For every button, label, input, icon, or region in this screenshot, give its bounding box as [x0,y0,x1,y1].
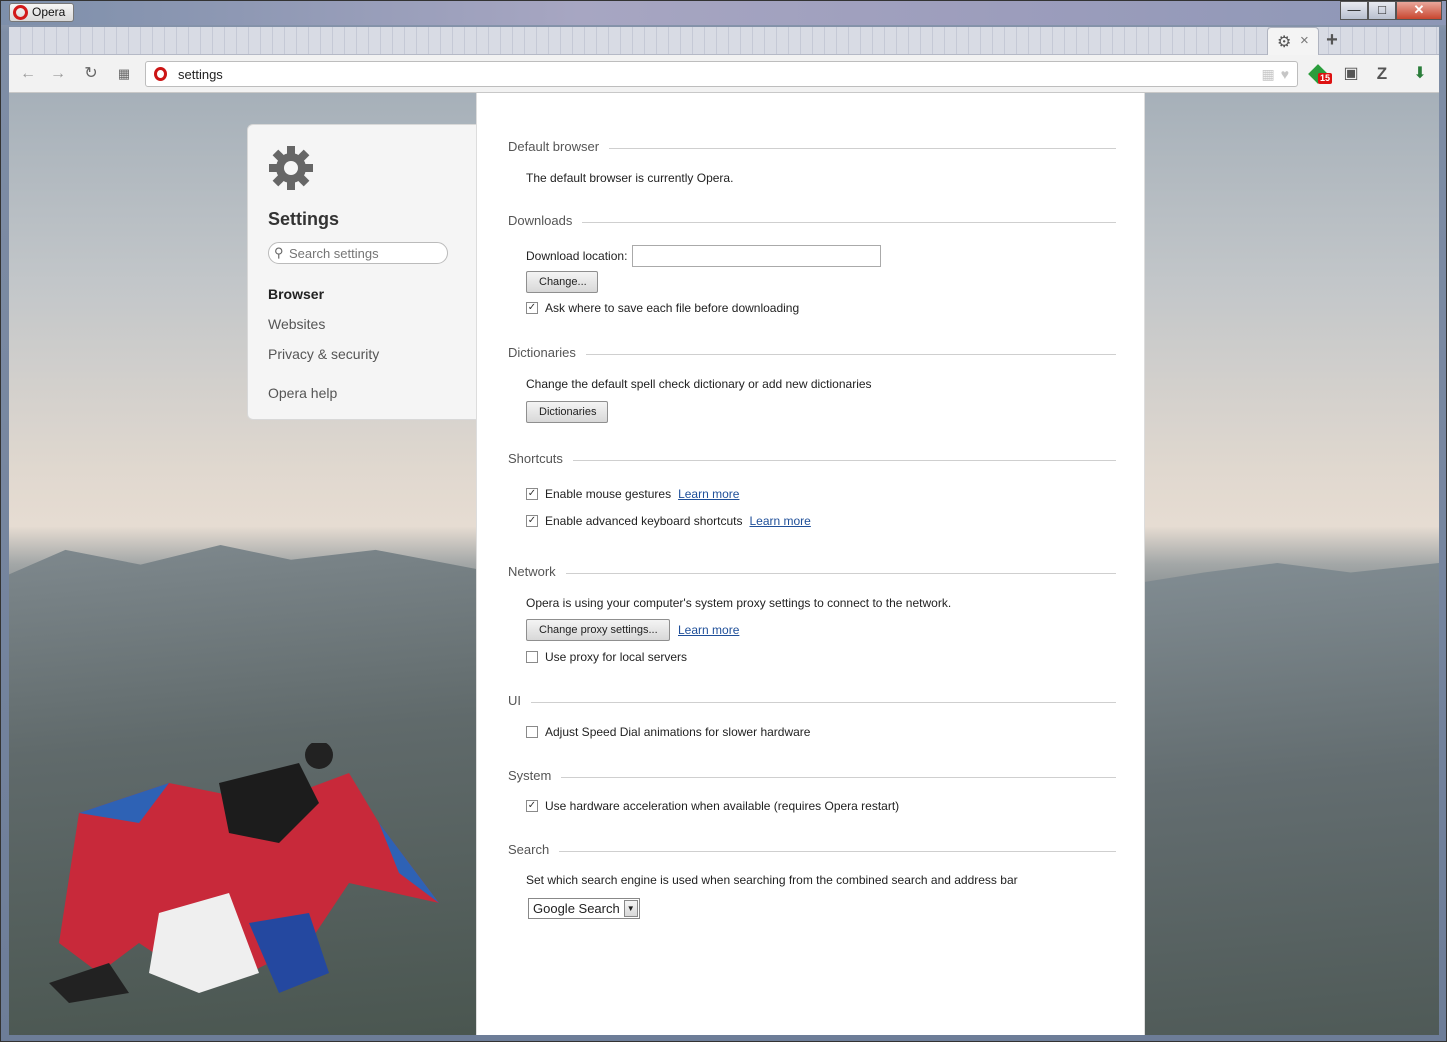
sidebar-item-browser[interactable]: Browser [268,284,379,314]
new-tab-button[interactable]: + [1321,29,1343,52]
close-window-button[interactable]: ✕ [1396,1,1442,20]
section-default-browser: Default browser The default browser is c… [508,139,1116,185]
app-menu-button[interactable]: Opera [9,3,75,22]
dictionaries-button[interactable]: Dictionaries [526,401,608,423]
page-title: Settings [268,209,340,229]
search-engine-select[interactable]: Google Search ▼ [528,898,640,919]
section-title: Shortcuts [508,451,573,466]
section-title: Dictionaries [508,345,586,360]
section-dictionaries: Dictionaries Change the default spell ch… [508,345,1116,423]
forward-arrow-icon[interactable]: → [47,63,69,85]
section-system: System ✓ Use hardware acceleration when … [508,768,1116,813]
download-extension-icon[interactable]: ⬇ [1409,63,1431,85]
keyboard-shortcuts-label: Enable advanced keyboard shortcuts [545,514,743,528]
title-bar: Opera — □ ✕ [1,1,1446,25]
app-title: Opera [32,5,66,19]
section-downloads: Downloads Download location: Change... ✓… [508,213,1116,315]
close-tab-icon[interactable]: × [1300,32,1309,49]
change-download-location-button[interactable]: Change... [526,271,598,293]
mouse-gestures-label: Enable mouse gestures [545,487,672,501]
default-browser-text: The default browser is currently Opera. [526,171,734,185]
download-location-field[interactable] [632,245,882,267]
maximize-button[interactable]: □ [1368,1,1396,20]
extension-badge-button[interactable]: 15 [1308,64,1333,85]
search-engine-text: Set which search engine is used when sea… [526,873,1018,887]
hardware-acceleration-label: Use hardware acceleration when available… [545,799,900,813]
browser-window: Opera — □ ✕ ⚙ × + ← → ↻ ▦ settings ▦ ♥ 1… [0,0,1447,1042]
network-text: Opera is using your computer's system pr… [526,596,952,610]
sidebar-item-help[interactable]: Opera help [268,383,379,413]
keyboard-shortcuts-learn-more-link[interactable]: Learn more [749,514,810,528]
chevron-down-icon: ▼ [623,900,638,917]
section-ui: UI Adjust Speed Dial animations for slow… [508,693,1116,739]
section-search: Search Set which search engine is used w… [508,842,1116,919]
reload-icon[interactable]: ↻ [80,63,102,85]
local-proxy-checkbox[interactable] [526,651,538,663]
search-engine-value: Google Search [533,901,620,916]
tab-settings[interactable]: ⚙ × [1267,27,1319,55]
download-location-label: Download location: [526,249,628,263]
reader-extension-icon[interactable]: ▣ [1340,63,1362,85]
address-actions: ▦ ♥ [1261,66,1289,83]
address-bar[interactable]: settings ▦ ♥ [145,61,1298,87]
settings-gear-icon [269,146,313,190]
section-title: Default browser [508,139,610,154]
opera-page-icon [154,67,167,81]
speed-dial-animation-checkbox[interactable] [526,726,538,738]
dictionaries-text: Change the default spell check dictionar… [526,377,872,391]
section-shortcuts: Shortcuts ✓ Enable mouse gestures Learn … [508,451,1116,528]
search-icon: ⚲ [274,245,284,260]
window-controls: — □ ✕ [1340,1,1442,20]
address-input[interactable]: settings [178,67,223,82]
extension-badge-count: 15 [1318,73,1333,84]
settings-main-panel: Default browser The default browser is c… [476,93,1145,1035]
keyboard-shortcuts-checkbox[interactable]: ✓ [526,515,538,527]
sidebar-item-websites[interactable]: Websites [268,314,379,344]
section-title: Downloads [508,213,583,228]
local-proxy-label: Use proxy for local servers [545,650,688,664]
speed-dial-grid-icon[interactable]: ▦ [113,63,135,85]
speed-dial-add-icon[interactable]: ▦ [1261,66,1274,83]
heart-bookmark-icon[interactable]: ♥ [1281,66,1289,83]
change-proxy-button[interactable]: Change proxy settings... [526,619,670,641]
ask-save-checkbox[interactable]: ✓ [526,302,538,314]
tab-strip: ⚙ × + [9,27,1439,55]
z-extension-icon[interactable]: Z [1371,63,1393,85]
section-network: Network Opera is using your computer's s… [508,564,1116,664]
section-title: Search [508,842,560,857]
sidebar-nav: Browser Websites Privacy & security Oper… [268,284,379,413]
mountain-right-image [1145,563,1439,1035]
gear-icon: ⚙ [1277,34,1292,51]
opera-logo-icon [13,5,28,20]
toolbar: ← → ↻ ▦ settings ▦ ♥ 15 ▣ Z ⬇ [9,55,1439,93]
mouse-gestures-checkbox[interactable]: ✓ [526,488,538,500]
wingsuit-flyer-image [49,743,439,1003]
settings-sidebar: Settings ⚲ Browser Websites Privacy & se… [247,124,477,420]
ask-save-label: Ask where to save each file before downl… [545,301,800,315]
mouse-gestures-learn-more-link[interactable]: Learn more [678,487,739,501]
back-arrow-icon[interactable]: ← [17,63,39,85]
hardware-acceleration-checkbox[interactable]: ✓ [526,800,538,812]
network-learn-more-link[interactable]: Learn more [678,623,739,637]
speed-dial-animation-label: Adjust Speed Dial animations for slower … [545,725,811,739]
sidebar-item-privacy[interactable]: Privacy & security [268,344,379,374]
section-title: UI [508,693,531,708]
section-title: Network [508,564,566,579]
search-input[interactable] [268,242,448,264]
minimize-button[interactable]: — [1340,1,1368,20]
settings-page: Settings ⚲ Browser Websites Privacy & se… [9,93,1439,1035]
section-title: System [508,768,562,783]
